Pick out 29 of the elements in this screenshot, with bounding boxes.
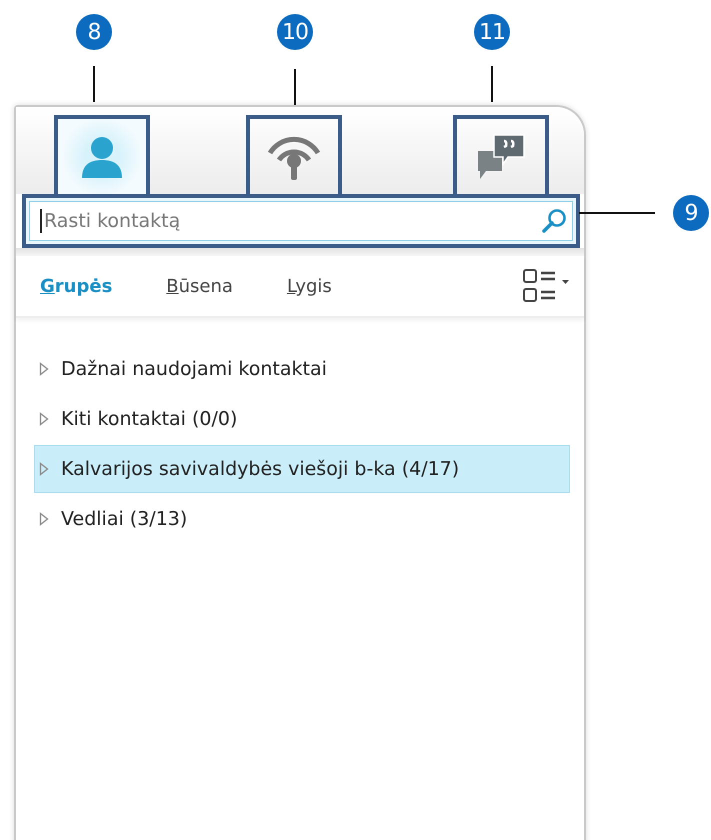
callout-number: 9 — [673, 195, 709, 231]
group-row[interactable]: Kalvarijos savivaldybės viešoji b-ka (4/17) — [34, 445, 570, 493]
expand-arrow-icon — [39, 362, 49, 376]
filter-tab[interactable]: Būsena — [166, 276, 233, 296]
leader-line — [93, 66, 95, 102]
callout-number: 10 — [277, 14, 313, 50]
group-name: Dažnai naudojami kontaktai — [61, 358, 327, 380]
filter-tab[interactable]: Grupės — [40, 276, 112, 296]
search-icon — [541, 208, 567, 234]
group-row[interactable]: Vedliai (3/13) — [34, 495, 570, 543]
group-row[interactable]: Kiti kontaktai (0/0) — [34, 395, 570, 443]
expand-arrow-icon — [39, 512, 49, 526]
group-name: Vedliai (3/13) — [61, 508, 188, 530]
expand-arrow-icon — [39, 412, 49, 426]
chat-bubbles-icon — [476, 132, 526, 180]
group-name: Kalvarijos savivaldybės viešoji b-ka (4/17) — [61, 458, 460, 480]
search-field[interactable]: Rasti kontaktą — [29, 201, 573, 241]
group-name: Kiti kontaktai (0/0) — [61, 408, 238, 430]
contacts-tab[interactable] — [54, 115, 150, 194]
expand-arrow-icon — [39, 462, 49, 476]
leader-line — [294, 69, 296, 105]
callout-number: 11 — [474, 14, 510, 50]
group-row[interactable]: Dažnai naudojami kontaktai — [34, 345, 570, 393]
list-layout-icon — [522, 267, 570, 305]
text-cursor — [40, 209, 42, 233]
leader-line — [491, 66, 493, 102]
filter-tab[interactable]: Lygis — [286, 276, 332, 296]
layout-menu-button[interactable] — [522, 267, 570, 305]
callout-number: 8 — [76, 14, 112, 50]
